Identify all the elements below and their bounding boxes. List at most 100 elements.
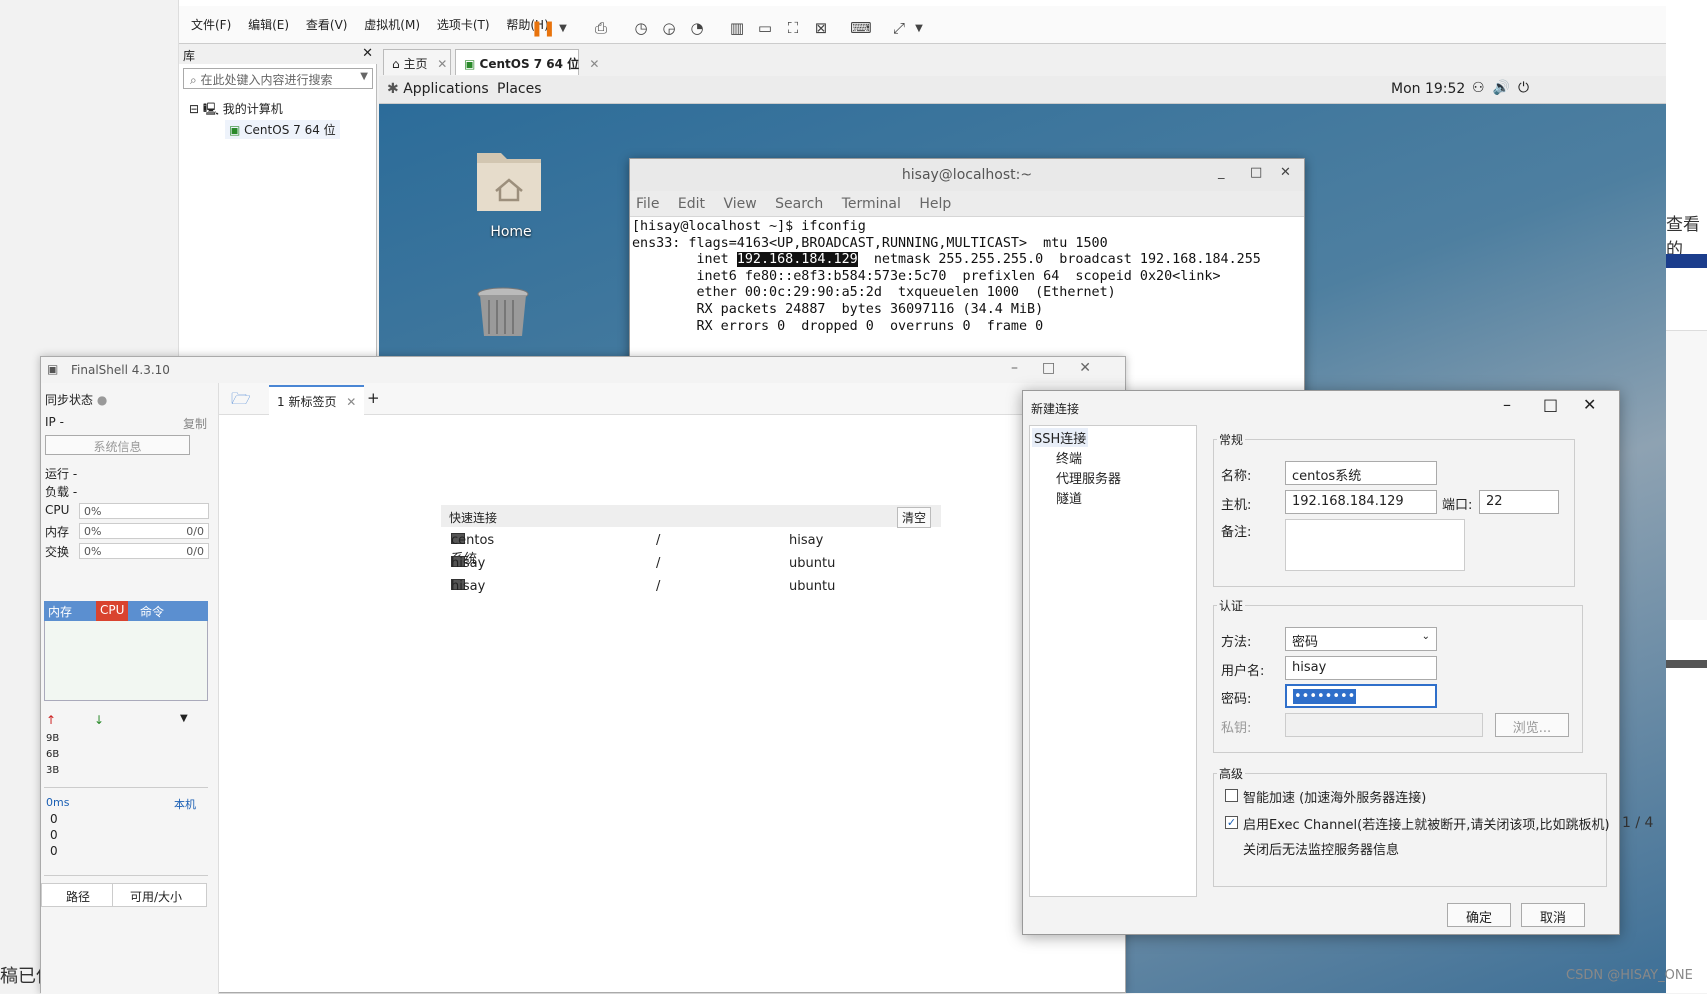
send-keys-icon[interactable]: ⎙ [589, 16, 613, 40]
tree-my-computer[interactable]: ⊟ 🖳 我的计算机 [189, 100, 283, 121]
close-icon[interactable]: ✕ [346, 395, 356, 409]
vmware-menus: 文件(F) 编辑(E) 查看(V) 虚拟机(M) 选项卡(T) 帮助(H) [191, 6, 562, 33]
term-menu-help[interactable]: Help [919, 196, 951, 212]
copy-button[interactable]: 复制 [183, 415, 207, 432]
path-header[interactable]: 路径 [66, 888, 90, 905]
avail-header[interactable]: 可用/大小 [130, 888, 182, 905]
tree-proxy[interactable]: 代理服务器 [1056, 468, 1121, 487]
exec-channel-checkbox[interactable]: ✓ [1225, 816, 1238, 829]
menu-edit[interactable]: 编辑(E) [248, 16, 289, 33]
system-tray[interactable]: ⚇🔊⏻ [1472, 80, 1537, 96]
username-field[interactable]: hisay [1285, 656, 1437, 680]
cancel-button[interactable]: 取消 [1521, 903, 1585, 927]
applications-menu[interactable]: ✱ Applications [387, 81, 489, 97]
revert-snapshot-icon[interactable]: ◶ [657, 16, 681, 40]
menu-tabs[interactable]: 选项卡(T) [437, 16, 490, 33]
minimize-icon[interactable]: – [1011, 360, 1042, 376]
maximize-icon[interactable]: □ [1250, 165, 1262, 180]
tree-terminal[interactable]: 终端 [1056, 448, 1082, 467]
close-icon[interactable]: ✕ [362, 46, 373, 61]
sidebar-toggle-icon[interactable]: ▥ [725, 16, 749, 40]
close-icon[interactable]: ✕ [1583, 395, 1596, 414]
terminal-output[interactable]: [hisay@localhost ~]$ ifconfig ens33: flag… [632, 219, 1261, 335]
console-icon[interactable]: ⌨ [849, 16, 873, 40]
thumbnail-icon[interactable]: ▭ [753, 16, 777, 40]
tab-cpu[interactable]: CPU [96, 601, 129, 621]
chevron-down-icon[interactable]: ▼ [551, 16, 575, 40]
password-field[interactable]: •••••••• [1285, 684, 1437, 708]
list-item[interactable]: hisay / ubuntu [451, 556, 941, 576]
browse-button[interactable]: 浏览... [1495, 713, 1569, 737]
applications-label: Applications [403, 81, 489, 97]
highlight-bar [1666, 254, 1707, 268]
net-tick: 3B [46, 765, 60, 776]
sysinfo-button[interactable]: 系统信息 [45, 435, 190, 455]
close-icon[interactable]: ✕ [437, 57, 447, 71]
unity-icon[interactable]: ⊠ [809, 16, 833, 40]
places-menu[interactable]: Places [497, 81, 542, 97]
snapshot-manager-icon[interactable]: ◔ [685, 16, 709, 40]
ping-value: 0 [50, 844, 58, 858]
close-icon[interactable]: ✕ [589, 57, 599, 71]
name-field[interactable]: centos系统 [1285, 461, 1437, 485]
minimize-icon[interactable]: – [1503, 395, 1511, 414]
chevron-down-icon[interactable]: ▼ [907, 16, 931, 40]
local-label[interactable]: 本机 [174, 796, 196, 812]
fullscreen-icon[interactable]: ⛶ [781, 16, 805, 40]
maximize-icon[interactable]: □ [1042, 360, 1079, 376]
process-tabs: 内存 CPU 命令 [44, 601, 208, 621]
library-search-input[interactable]: ⌕ 在此处键入内容进行搜索 ▼ [183, 68, 373, 89]
host-field[interactable]: 192.168.184.129 [1285, 490, 1437, 514]
menu-view[interactable]: 查看(V) [306, 16, 348, 33]
note-field[interactable] [1285, 519, 1465, 571]
sync-status: 同步状态 ● [45, 391, 107, 408]
tree-tunnel[interactable]: 隧道 [1056, 488, 1082, 507]
method-label: 方法: [1221, 635, 1252, 650]
terminal-line: [hisay@localhost ~]$ ifconfig [632, 219, 866, 234]
term-menu-view[interactable]: View [723, 196, 756, 212]
term-menu-search[interactable]: Search [775, 196, 823, 212]
snapshot-icon[interactable]: ◷ [629, 16, 653, 40]
terminal-titlebar: hisay@localhost:~ _ □ ✕ [630, 159, 1304, 191]
home-folder-icon[interactable] [474, 141, 544, 221]
tab-home[interactable]: ⌂ 主页 ✕ [383, 49, 451, 75]
chevron-down-icon[interactable]: ▼ [360, 71, 368, 82]
tab-centos[interactable]: ▣ CentOS 7 64 位 ✕ [455, 49, 599, 75]
terminal-line: ether 00:0c:29:90:a5:2d txqueuelen 1000 … [632, 285, 1116, 301]
smart-accel-checkbox[interactable] [1225, 789, 1238, 802]
folder-icon[interactable]: 🗁 [231, 388, 251, 415]
window-controls[interactable]: –□✕ [1011, 360, 1115, 376]
term-menu-edit[interactable]: Edit [678, 196, 705, 212]
close-icon[interactable]: ✕ [1079, 360, 1115, 376]
add-tab-icon[interactable]: + [367, 389, 380, 407]
computer-icon: 🖳 [202, 102, 219, 116]
tree-vm-centos[interactable]: ▣ CentOS 7 64 位 [225, 120, 340, 139]
conn-name: hisay [451, 556, 486, 571]
port-field[interactable]: 22 [1479, 490, 1559, 514]
term-menu-file[interactable]: File [636, 196, 659, 212]
tab-cmd[interactable]: 命令 [140, 603, 164, 620]
ip-label: IP - [45, 415, 64, 429]
list-item[interactable]: hisay / ubuntu [451, 579, 941, 599]
finalshell-sidebar: 同步状态 ● IP - 复制 系统信息 运行 - 负载 - CPU 0% 内存 … [41, 383, 219, 994]
tab-mem[interactable]: 内存 [48, 603, 72, 620]
swap-value: 0% [84, 545, 102, 558]
watermark: CSDN @HISAY_ONE [1566, 968, 1693, 983]
menu-vm[interactable]: 虚拟机(M) [364, 16, 420, 33]
chevron-down-icon[interactable]: ▼ [180, 713, 188, 724]
method-select[interactable]: 密码 ⌄ [1285, 627, 1437, 651]
term-menu-terminal[interactable]: Terminal [842, 196, 901, 212]
tab-new[interactable]: 1 新标签页 ✕ [269, 385, 365, 415]
key-label: 私钥: [1221, 721, 1252, 736]
close-icon[interactable]: ✕ [1280, 165, 1291, 180]
trash-icon[interactable] [475, 286, 531, 336]
ok-button[interactable]: 确定 [1447, 903, 1511, 927]
minimize-icon[interactable]: _ [1218, 165, 1225, 180]
clear-button[interactable]: 清空 [896, 507, 931, 528]
menu-file[interactable]: 文件(F) [191, 16, 231, 33]
clock[interactable]: Mon 19:52 [1391, 81, 1465, 97]
tree-ssh[interactable]: SSH连接 [1032, 428, 1089, 447]
maximize-icon[interactable]: □ [1543, 395, 1558, 414]
list-item[interactable]: centos系统/hisay [451, 533, 941, 567]
dialog-titlebar: 新建连接 – □ ✕ [1023, 391, 1619, 421]
